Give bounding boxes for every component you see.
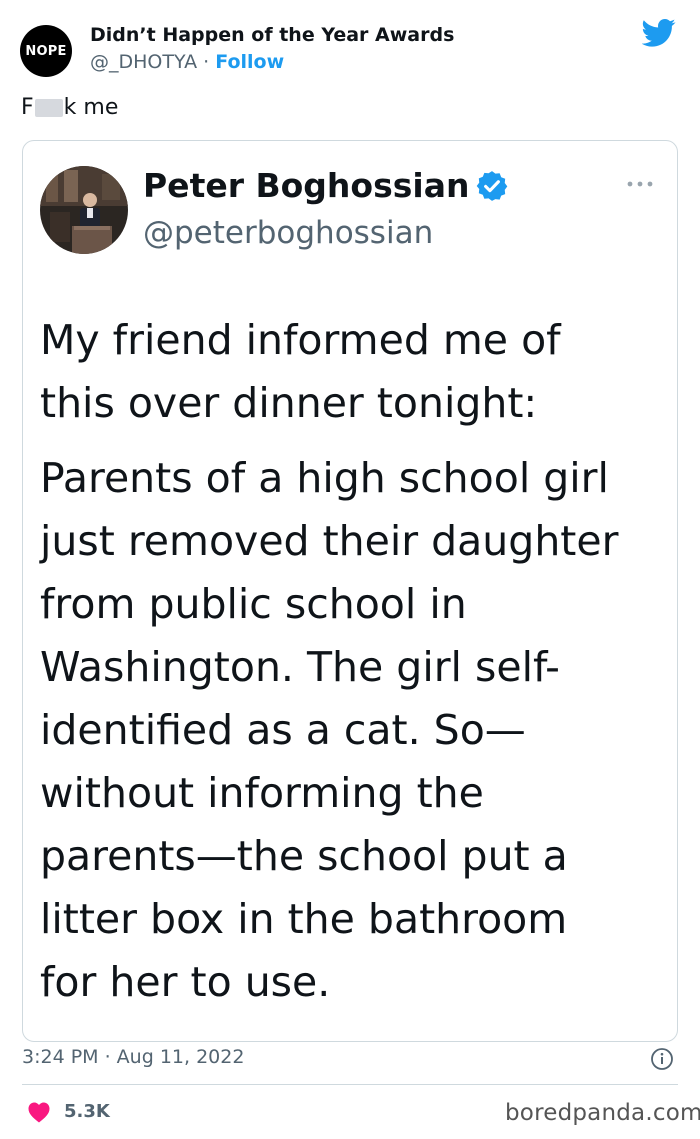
twitter-bird-icon[interactable] xyxy=(642,18,676,48)
tweet-header: NOPE Didn’t Happen of the Year Awards @_… xyxy=(0,0,700,90)
quoted-tweet-card[interactable]: Peter Boghossian @peterboghossian My fri… xyxy=(22,140,678,1042)
censor-block xyxy=(34,98,63,117)
author-name[interactable]: Didn’t Happen of the Year Awards xyxy=(90,24,454,46)
handle-separator: · xyxy=(197,51,216,73)
quoted-author-avatar[interactable] xyxy=(40,166,128,254)
like-count[interactable]: 5.3K xyxy=(64,1101,110,1122)
author-handle-line: @_DHOTYA · Follow xyxy=(90,51,284,73)
watermark: boredpanda.com xyxy=(505,1100,700,1126)
avatar-label: NOPE xyxy=(25,43,67,59)
quoted-paragraph-1: My friend informed me of this over dinne… xyxy=(40,316,561,427)
speaker-photo xyxy=(40,166,128,254)
tweet-timestamp[interactable]: 3:24 PM · Aug 11, 2022 xyxy=(22,1046,244,1068)
quoted-tweet-body: My friend informed me of this over dinne… xyxy=(40,309,670,1026)
author-handle[interactable]: @_DHOTYA xyxy=(90,51,197,73)
verified-badge-icon xyxy=(477,170,508,201)
quoted-author-name-row: Peter Boghossian xyxy=(143,166,509,205)
author-avatar[interactable]: NOPE xyxy=(20,25,72,77)
quoted-author-handle[interactable]: @peterboghossian xyxy=(143,215,433,251)
quoted-paragraph-2: Parents of a high school girl just remov… xyxy=(40,454,619,1006)
tweet-text: Fk me xyxy=(21,95,118,120)
quoted-author-name[interactable]: Peter Boghossian xyxy=(143,166,469,205)
tweet-text-end: k me xyxy=(63,95,119,120)
more-options-icon[interactable] xyxy=(626,179,654,189)
info-icon[interactable] xyxy=(650,1047,674,1071)
follow-button[interactable]: Follow xyxy=(215,51,284,73)
tweet-text-start: F xyxy=(21,95,34,120)
footer-divider xyxy=(22,1084,678,1085)
heart-icon[interactable] xyxy=(27,1101,51,1123)
